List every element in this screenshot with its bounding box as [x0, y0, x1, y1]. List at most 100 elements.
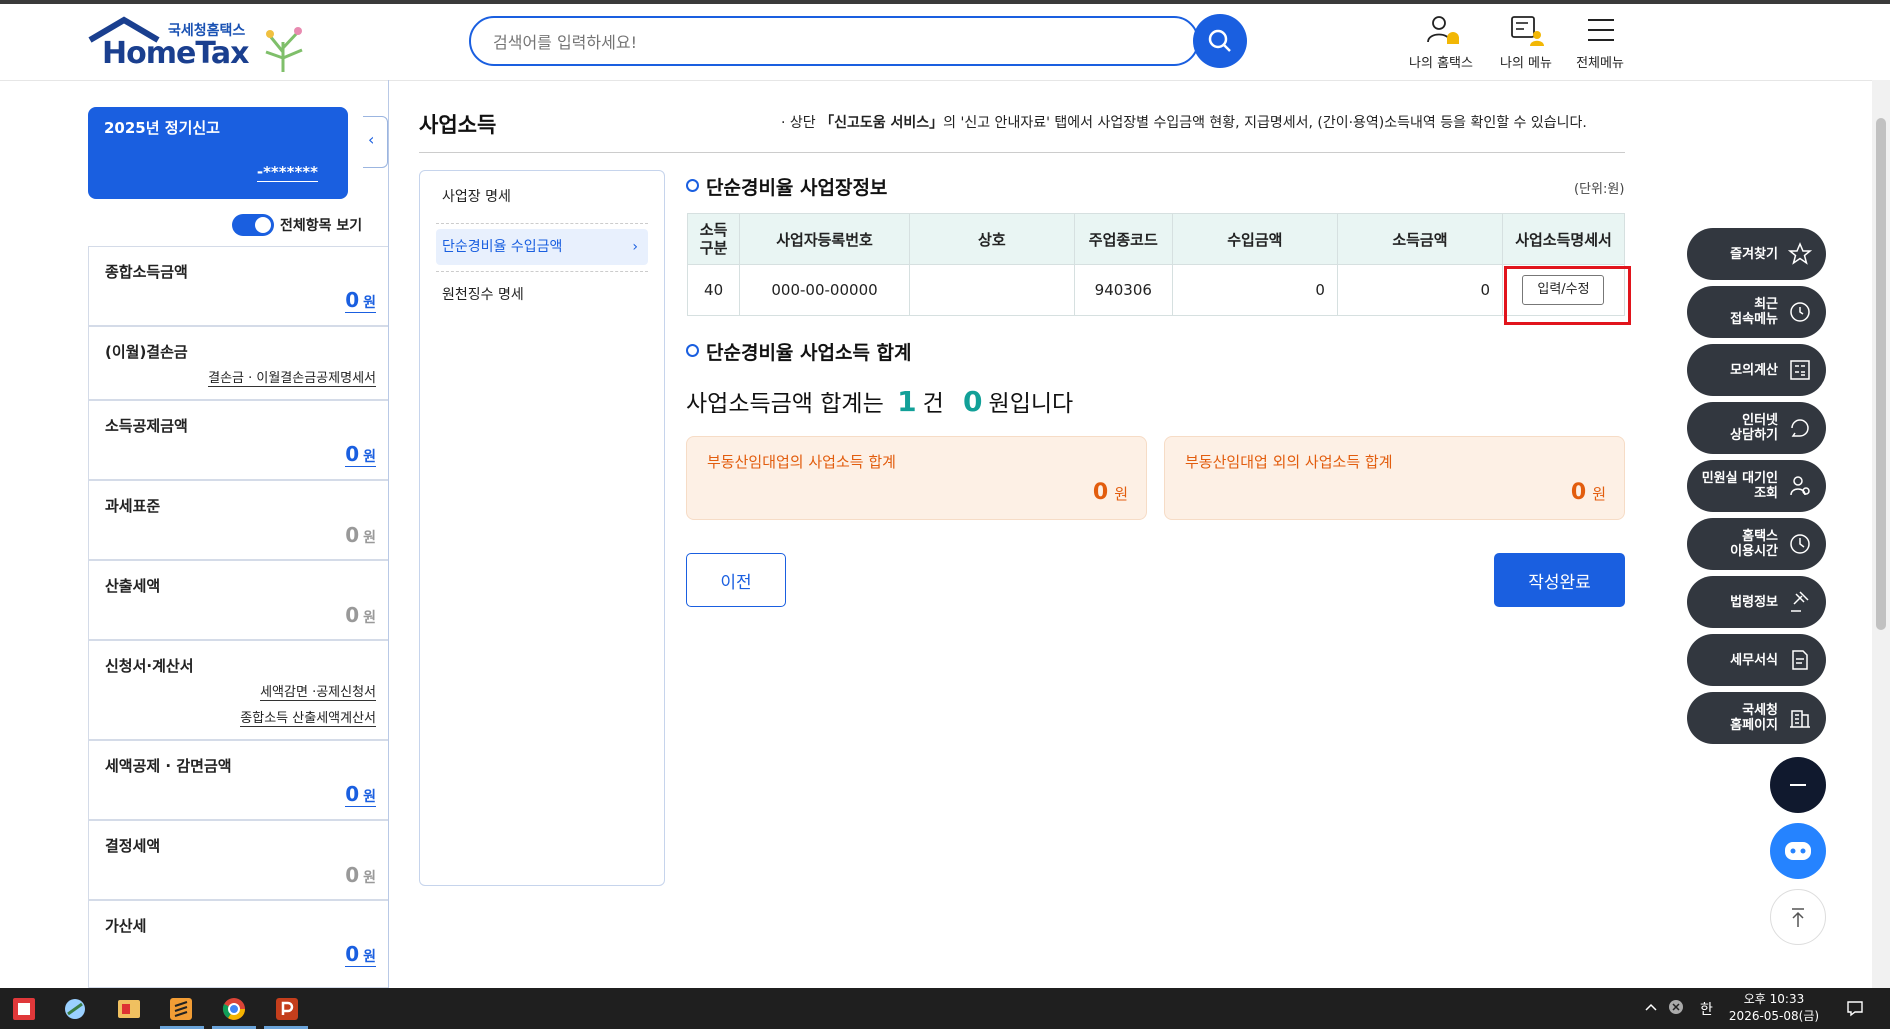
rental-income-total-card: 부동산임대업의 사업소득 합계 0원: [686, 436, 1147, 520]
section-bullet-icon: [686, 179, 699, 192]
business-info-table: 소득 구분 사업자등록번호 상호 주업종코드 수입금액 소득금액 사업소득명세서…: [686, 213, 1626, 316]
app-icon[interactable]: [62, 996, 88, 1022]
table-row: 40 000-00-00000 940306 0 0 입력/수정: [686, 264, 1626, 316]
start-icon[interactable]: [11, 996, 37, 1022]
quick-calculator[interactable]: 모의계산: [1687, 344, 1826, 396]
building-icon: [1790, 710, 1810, 728]
sidebar-item-determined-tax: 결정세액 0원: [88, 820, 388, 900]
col-statement: 사업소득명세서: [1501, 213, 1626, 265]
search-button[interactable]: [1193, 14, 1247, 68]
income-summary-text: 사업소득금액 합계는 1건 0 원입니다: [686, 385, 1074, 418]
tax-calculation-form-link[interactable]: 종합소득 산출세액계산서: [240, 707, 376, 727]
sidebar-item-penalty-tax[interactable]: 가산세 0원: [88, 900, 388, 988]
loss-statement-link[interactable]: 결손금 · 이월결손금공제명세서: [208, 367, 376, 387]
search-icon: [1208, 29, 1231, 52]
sidebar-collapse-button[interactable]: ‹: [363, 116, 388, 168]
sidebar-item-calculated-tax: 산출세액 0원: [88, 560, 388, 640]
chrome-icon[interactable]: [221, 996, 247, 1022]
complete-button[interactable]: 작성완료: [1494, 553, 1625, 607]
sublime-icon[interactable]: [168, 996, 194, 1022]
person-search-icon: [1790, 476, 1810, 496]
logo-plant-icon: [265, 27, 303, 72]
filing-title: 2025년 정기신고: [104, 119, 220, 137]
col-industry-code: 주업종코드: [1073, 213, 1173, 265]
tax-reduction-form-link[interactable]: 세액감면 ·공제신청서: [260, 681, 376, 701]
summary-count: 1: [897, 385, 917, 418]
sidebar-item-forms: 신청서·계산서 세액감면 ·공제신청서 종합소득 산출세액계산서: [88, 640, 388, 740]
sidebar-item-total-income[interactable]: 종합소득금액 0원: [88, 246, 388, 326]
cell-industry-code: 940306: [1073, 264, 1173, 316]
chat-icon: [1791, 419, 1809, 437]
cell-income: 0: [1336, 264, 1503, 316]
unit-label: (단위:원): [1574, 182, 1625, 197]
show-all-toggle[interactable]: [232, 214, 274, 236]
hamburger-icon: [1588, 19, 1614, 41]
col-name: 상호: [908, 213, 1075, 265]
section-bullet-icon: [686, 344, 699, 357]
my-hometax-menu[interactable]: 나의 홈택스: [1401, 14, 1481, 74]
title-divider: [419, 152, 1625, 153]
system-clock[interactable]: 오후 10:33 2026-05-08(금): [1728, 991, 1820, 1025]
cell-income-type: 40: [686, 264, 741, 316]
chevron-up-icon[interactable]: [1644, 1000, 1658, 1014]
cell-biz-no: 000-00-00000: [739, 264, 910, 316]
search-input[interactable]: [491, 28, 1145, 56]
clock-icon: [1790, 302, 1810, 322]
scrollbar-thumb[interactable]: [1876, 118, 1886, 630]
sidebar-divider: [388, 80, 389, 988]
sidebar-item-income-deduction[interactable]: 소득공제금액 0원: [88, 400, 388, 480]
chatbot-button[interactable]: [1770, 823, 1826, 879]
section-income-total-title: 단순경비율 사업소득 합계: [706, 342, 912, 364]
media-icon[interactable]: [116, 996, 142, 1022]
highlight-box: [1504, 266, 1631, 325]
quick-favorites[interactable]: 즐겨찾기: [1687, 228, 1826, 280]
my-menu[interactable]: 나의 메뉴: [1486, 14, 1566, 74]
powerpoint-icon[interactable]: [274, 996, 300, 1022]
quick-law-info[interactable]: 법령정보: [1687, 576, 1826, 628]
col-revenue: 수입금액: [1171, 213, 1338, 265]
filing-summary-card: 2025년 정기신고 -*******: [88, 107, 348, 199]
cell-revenue: 0: [1171, 264, 1338, 316]
col-biz-no: 사업자등록번호: [739, 213, 910, 265]
my-menu-icon: [1511, 16, 1544, 46]
ime-indicator[interactable]: 한: [1700, 999, 1713, 1019]
sub-navigation: 사업장 명세 단순경비율 수입금액 › 원천징수 명세: [419, 170, 665, 886]
search-box[interactable]: [469, 16, 1199, 66]
subnav-simple-expense-revenue[interactable]: 단순경비율 수입금액 ›: [436, 229, 648, 265]
quick-nts-homepage[interactable]: 국세청 홈페이지: [1687, 692, 1826, 744]
person-bell-icon: [1427, 16, 1459, 44]
notice-text: · 상단 「신고도움 서비스」의 '신고 안내자료' 탭에서 사업장별 수입금액…: [781, 115, 1587, 131]
quick-waiting-lookup[interactable]: 민원실 대기인 조회: [1687, 460, 1826, 512]
scroll-to-top-button[interactable]: [1770, 889, 1826, 945]
section-business-info-title: 단순경비율 사업장정보: [706, 177, 888, 199]
taxpayer-name[interactable]: -*******: [256, 163, 318, 182]
collapse-quick-menu-button[interactable]: [1770, 757, 1826, 813]
subnav-withholding-detail[interactable]: 원천징수 명세: [436, 277, 648, 313]
quick-recent-menu[interactable]: 최근 접속메뉴: [1687, 286, 1826, 338]
notification-icon[interactable]: [1846, 999, 1864, 1017]
calculator-icon: [1790, 360, 1810, 380]
quick-service-hours[interactable]: 홈택스 이용시간: [1687, 518, 1826, 570]
total-income-value: 0원: [345, 288, 376, 313]
chevron-right-icon: ›: [632, 239, 638, 255]
close-circle-icon[interactable]: [1668, 999, 1684, 1015]
col-income-type: 소득 구분: [686, 213, 741, 265]
arrow-up-icon: [1792, 908, 1804, 927]
sidebar-item-tax-base: 과세표준 0원: [88, 480, 388, 560]
cell-name: [908, 264, 1075, 316]
gavel-icon: [1791, 591, 1809, 612]
robot-icon: [1785, 842, 1811, 860]
sidebar-item-loss: (이월)결손금 결손금 · 이월결손금공제명세서: [88, 326, 388, 400]
quick-tax-forms[interactable]: 세무서식: [1687, 634, 1826, 686]
hometax-logo[interactable]: 국세청홈택스 HomeTax: [88, 16, 328, 76]
quick-online-consult[interactable]: 인터넷 상담하기: [1687, 402, 1826, 454]
logo-brand: HomeTax: [102, 36, 250, 71]
non-rental-income-total-card: 부동산임대업 외의 사업소득 합계 0원: [1164, 436, 1625, 520]
form-icon: [1792, 650, 1808, 670]
show-all-label: 전체항목 보기: [280, 218, 363, 234]
previous-button[interactable]: 이전: [686, 553, 786, 607]
all-menu[interactable]: 전체메뉴: [1560, 14, 1640, 74]
sidebar-item-tax-credit[interactable]: 세액공제 · 감면금액 0원: [88, 740, 388, 820]
col-income: 소득금액: [1336, 213, 1503, 265]
subnav-business-detail[interactable]: 사업장 명세: [436, 179, 648, 215]
